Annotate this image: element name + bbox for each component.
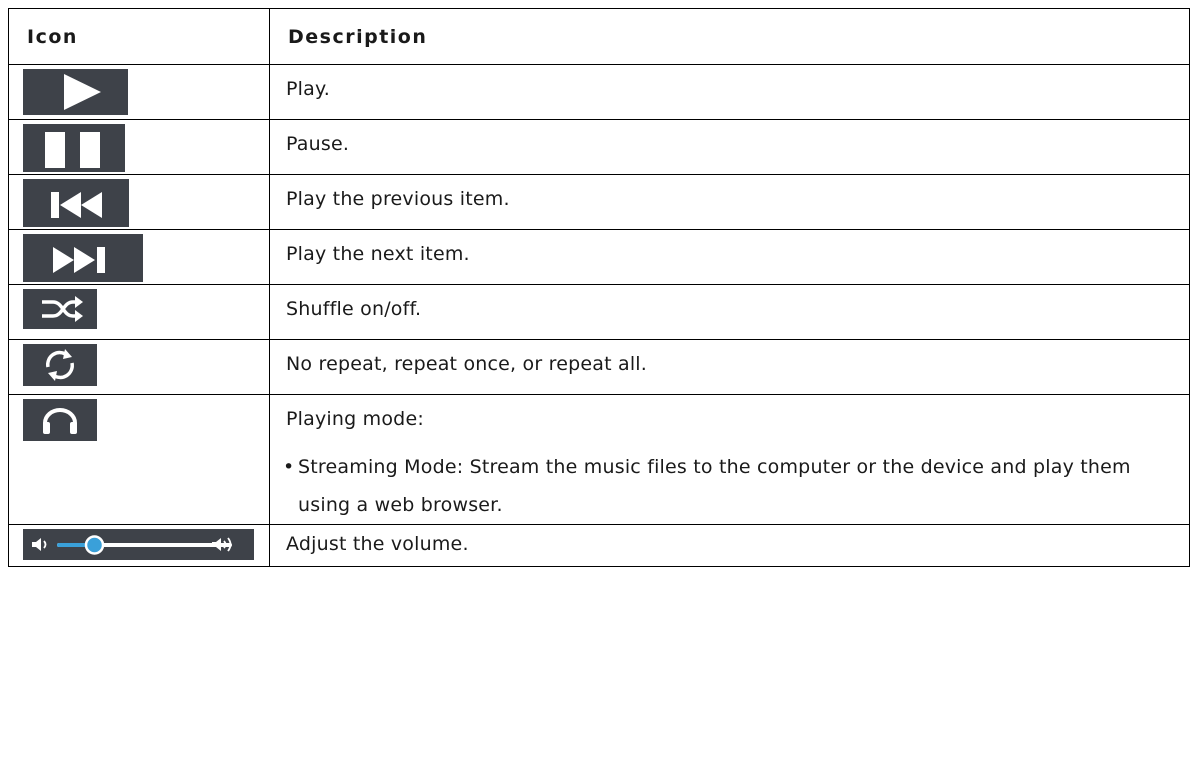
description-cell: Play the next item. bbox=[269, 229, 1190, 285]
icon-cell bbox=[8, 524, 270, 567]
table-row: Shuffle on/off. bbox=[8, 284, 1190, 340]
list-item: Streaming Mode: Stream the music files t… bbox=[283, 448, 1189, 524]
description-cell: Pause. bbox=[269, 119, 1190, 175]
volume-slider-icon bbox=[23, 529, 254, 560]
previous-icon bbox=[23, 179, 129, 227]
table-row: Pause. bbox=[8, 119, 1190, 175]
bullet-list: Streaming Mode: Stream the music files t… bbox=[283, 448, 1189, 524]
description-cell: No repeat, repeat once, or repeat all. bbox=[269, 339, 1190, 395]
table-row: Play the next item. bbox=[8, 229, 1190, 285]
table-row: Play the previous item. bbox=[8, 174, 1190, 230]
next-icon bbox=[23, 234, 143, 282]
playing-mode-label: Playing mode: bbox=[286, 408, 424, 430]
icon-cell bbox=[8, 229, 270, 285]
table-row: Adjust the volume. bbox=[8, 524, 1190, 567]
table-row: No repeat, repeat once, or repeat all. bbox=[8, 339, 1190, 395]
column-header-icon: Icon bbox=[8, 8, 270, 65]
play-icon bbox=[23, 69, 128, 115]
table-row: Playing mode: Streaming Mode: Stream the… bbox=[8, 394, 1190, 525]
icon-cell bbox=[8, 174, 270, 230]
table-row: Play. bbox=[8, 64, 1190, 120]
icon-cell bbox=[8, 394, 270, 525]
column-header-description: Description bbox=[269, 8, 1190, 65]
shuffle-icon bbox=[23, 289, 97, 329]
description-cell: Play. bbox=[269, 64, 1190, 120]
description-cell: Shuffle on/off. bbox=[269, 284, 1190, 340]
icon-cell bbox=[8, 64, 270, 120]
speaker-low-icon bbox=[32, 538, 47, 551]
description-cell: Playing mode: Streaming Mode: Stream the… bbox=[269, 394, 1190, 525]
description-cell: Adjust the volume. bbox=[269, 524, 1190, 567]
pause-icon bbox=[23, 124, 125, 172]
description-cell: Play the previous item. bbox=[269, 174, 1190, 230]
headphones-icon bbox=[23, 399, 97, 441]
repeat-icon bbox=[23, 344, 97, 386]
icon-cell bbox=[8, 119, 270, 175]
icon-cell bbox=[8, 284, 270, 340]
icon-cell bbox=[8, 339, 270, 395]
table-header-row: Icon Description bbox=[8, 8, 1190, 65]
icon-description-table: Icon Description Play. Pause. Play the p… bbox=[8, 8, 1190, 567]
